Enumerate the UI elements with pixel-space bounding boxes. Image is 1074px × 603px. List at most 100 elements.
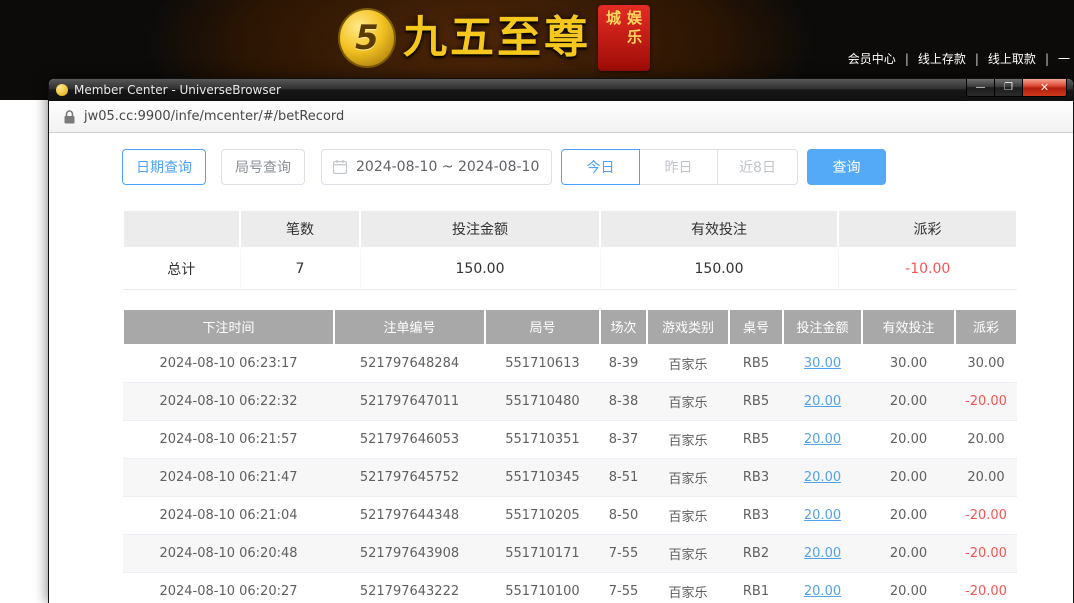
address-bar[interactable]: jw05.cc:9900/infe/mcenter/#/betRecord bbox=[49, 101, 1073, 133]
window-titlebar[interactable]: Member Center - UniverseBrowser — ❐ ✕ bbox=[49, 79, 1073, 101]
link-separator: | bbox=[905, 52, 909, 66]
round-id: 551710480 bbox=[485, 383, 600, 421]
payout: -20.00 bbox=[955, 573, 1017, 603]
table-no: RB5 bbox=[729, 383, 783, 421]
valid-bet: 20.00 bbox=[862, 383, 955, 421]
session: 8-39 bbox=[600, 345, 647, 383]
bet-amount[interactable]: 20.00 bbox=[783, 459, 862, 497]
date-query-button[interactable]: 日期查询 bbox=[122, 149, 206, 185]
payout: -20.00 bbox=[955, 383, 1017, 421]
game-type: 百家乐 bbox=[647, 497, 729, 535]
table-row: 2024-08-10 06:22:32521797647011551710480… bbox=[123, 383, 1017, 421]
bet-amount[interactable]: 20.00 bbox=[783, 383, 862, 421]
bet-table-body: 2024-08-10 06:23:17521797648284551710613… bbox=[123, 345, 1017, 603]
game-type: 百家乐 bbox=[647, 383, 729, 421]
date-range-input[interactable]: 2024-08-10 ~ 2024-08-10 bbox=[321, 149, 552, 185]
table-row: 2024-08-10 06:20:48521797643908551710171… bbox=[123, 535, 1017, 573]
order-id: 521797643222 bbox=[334, 573, 485, 603]
round-query-button[interactable]: 局号查询 bbox=[221, 149, 305, 185]
close-button[interactable]: ✕ bbox=[1022, 79, 1067, 97]
table-no: RB5 bbox=[729, 421, 783, 459]
bet-time: 2024-08-10 06:20:48 bbox=[123, 535, 334, 573]
session: 8-51 bbox=[600, 459, 647, 497]
site-logo: 5 九五至尊 娱乐城 bbox=[338, 5, 650, 71]
session: 8-37 bbox=[600, 421, 647, 459]
valid-bet: 30.00 bbox=[862, 345, 955, 383]
round-id: 551710171 bbox=[485, 535, 600, 573]
bet-record-table: 下注时间 注单编号 局号 场次 游戏类别 桌号 投注金额 有效投注 派彩 202… bbox=[122, 308, 1018, 603]
today-button[interactable]: 今日 bbox=[561, 149, 640, 185]
window-controls: — ❐ ✕ bbox=[966, 79, 1067, 97]
valid-bet: 20.00 bbox=[862, 497, 955, 535]
link-separator: | bbox=[975, 52, 979, 66]
valid-bet: 20.00 bbox=[862, 421, 955, 459]
summary-table: 笔数 投注金额 有效投注 派彩 总计 7 150.00 150.00 -10.0… bbox=[122, 209, 1018, 290]
summary-header-valid-bet: 有效投注 bbox=[600, 210, 838, 248]
bet-time: 2024-08-10 06:23:17 bbox=[123, 345, 334, 383]
url-text: jw05.cc:9900/infe/mcenter/#/betRecord bbox=[84, 109, 344, 124]
round-id: 551710613 bbox=[485, 345, 600, 383]
bet-amount[interactable]: 20.00 bbox=[783, 535, 862, 573]
payout: -20.00 bbox=[955, 497, 1017, 535]
summary-row: 总计 7 150.00 150.00 -10.00 bbox=[123, 248, 1017, 289]
session: 7-55 bbox=[600, 573, 647, 603]
link-member-center[interactable]: 会员中心 bbox=[848, 50, 896, 67]
link-truncated[interactable]: 一 bbox=[1058, 50, 1070, 67]
minimize-button[interactable]: — bbox=[966, 79, 995, 97]
lock-icon bbox=[64, 110, 75, 124]
bet-amount[interactable]: 30.00 bbox=[783, 345, 862, 383]
bet-amount-link[interactable]: 20.00 bbox=[804, 432, 841, 447]
session: 8-50 bbox=[600, 497, 647, 535]
col-game-type: 游戏类别 bbox=[647, 309, 729, 345]
game-type: 百家乐 bbox=[647, 345, 729, 383]
bet-amount-link[interactable]: 20.00 bbox=[804, 470, 841, 485]
bet-amount-link[interactable]: 20.00 bbox=[804, 546, 841, 561]
summary-header-bet-amount: 投注金额 bbox=[360, 210, 600, 248]
table-row: 2024-08-10 06:20:27521797643222551710100… bbox=[123, 573, 1017, 603]
query-toolbar: 日期查询 局号查询 2024-08-10 ~ 2024-08-10 今日 昨日 … bbox=[122, 149, 1073, 185]
browser-window: Member Center - UniverseBrowser — ❐ ✕ jw… bbox=[48, 78, 1074, 603]
bet-time: 2024-08-10 06:22:32 bbox=[123, 383, 334, 421]
table-no: RB2 bbox=[729, 535, 783, 573]
bet-amount[interactable]: 20.00 bbox=[783, 573, 862, 603]
site-logo-badge: 娱乐城 bbox=[598, 5, 650, 71]
date-range-value: 2024-08-10 ~ 2024-08-10 bbox=[356, 159, 539, 175]
quick-range-group: 今日 昨日 近8日 bbox=[561, 149, 798, 185]
bet-time: 2024-08-10 06:21:04 bbox=[123, 497, 334, 535]
coin-logo-icon: 5 bbox=[338, 8, 396, 68]
bet-amount-link[interactable]: 20.00 bbox=[804, 508, 841, 523]
search-button[interactable]: 查询 bbox=[807, 149, 886, 185]
game-type: 百家乐 bbox=[647, 459, 729, 497]
yesterday-button[interactable]: 昨日 bbox=[639, 149, 718, 185]
summary-header-blank bbox=[123, 210, 240, 248]
summary-bet-amount: 150.00 bbox=[360, 248, 600, 289]
site-logo-text: 九五至尊 bbox=[403, 16, 591, 60]
bet-amount-link[interactable]: 30.00 bbox=[804, 356, 841, 371]
summary-header-payout: 派彩 bbox=[838, 210, 1017, 248]
order-id: 521797643908 bbox=[334, 535, 485, 573]
bet-amount[interactable]: 20.00 bbox=[783, 421, 862, 459]
bet-time: 2024-08-10 06:21:47 bbox=[123, 459, 334, 497]
summary-total-label: 总计 bbox=[123, 248, 240, 289]
col-bet-amount: 投注金额 bbox=[783, 309, 862, 345]
bet-amount-link[interactable]: 20.00 bbox=[804, 584, 841, 599]
valid-bet: 20.00 bbox=[862, 535, 955, 573]
bet-amount-link[interactable]: 20.00 bbox=[804, 394, 841, 409]
link-online-deposit[interactable]: 线上存款 bbox=[918, 50, 966, 67]
table-no: RB3 bbox=[729, 497, 783, 535]
payout: 20.00 bbox=[955, 459, 1017, 497]
payout: 30.00 bbox=[955, 345, 1017, 383]
window-title: Member Center - UniverseBrowser bbox=[74, 84, 281, 96]
bet-amount[interactable]: 20.00 bbox=[783, 497, 862, 535]
valid-bet: 20.00 bbox=[862, 459, 955, 497]
link-online-withdraw[interactable]: 线上取款 bbox=[988, 50, 1036, 67]
col-session: 场次 bbox=[600, 309, 647, 345]
last8days-button[interactable]: 近8日 bbox=[717, 149, 798, 185]
col-valid-bet: 有效投注 bbox=[862, 309, 955, 345]
summary-payout: -10.00 bbox=[838, 248, 1017, 289]
order-id: 521797646053 bbox=[334, 421, 485, 459]
table-row: 2024-08-10 06:23:17521797648284551710613… bbox=[123, 345, 1017, 383]
calendar-icon bbox=[333, 160, 347, 174]
table-row: 2024-08-10 06:21:57521797646053551710351… bbox=[123, 421, 1017, 459]
maximize-button[interactable]: ❐ bbox=[994, 79, 1023, 97]
